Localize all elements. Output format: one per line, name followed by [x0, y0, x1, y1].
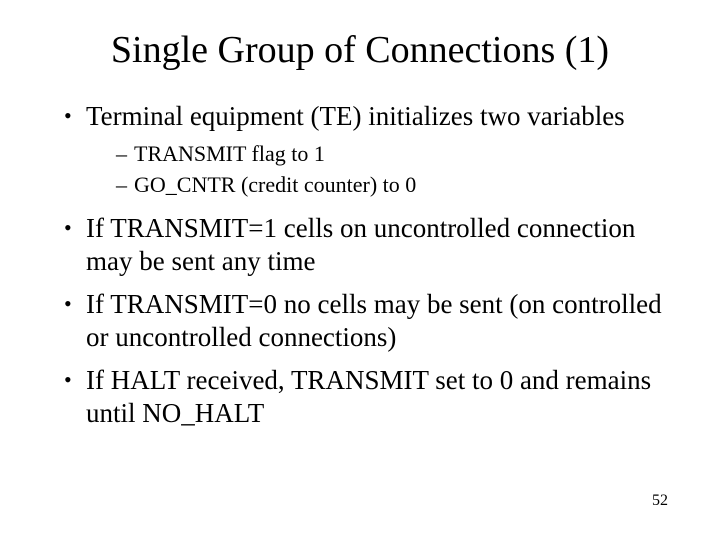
bullet-item: If HALT received, TRANSMIT set to 0 and … [64, 364, 670, 430]
sub-bullet-text: TRANSMIT flag to 1 [134, 141, 325, 166]
sub-bullet-item: TRANSMIT flag to 1 [116, 139, 670, 169]
bullet-item: If TRANSMIT=0 no cells may be sent (on c… [64, 288, 670, 354]
bullet-item: Terminal equipment (TE) initializes two … [64, 100, 670, 200]
slide: Single Group of Connections (1) Terminal… [0, 0, 720, 540]
sub-bullet-item: GO_CNTR (credit counter) to 0 [116, 170, 670, 200]
page-number: 52 [652, 492, 668, 510]
bullet-text: If HALT received, TRANSMIT set to 0 and … [86, 365, 651, 428]
bullet-text: If TRANSMIT=0 no cells may be sent (on c… [86, 289, 662, 352]
bullet-text: Terminal equipment (TE) initializes two … [86, 101, 625, 131]
bullet-text: If TRANSMIT=1 cells on uncontrolled conn… [86, 213, 635, 276]
bullet-list: Terminal equipment (TE) initializes two … [50, 100, 670, 430]
sub-bullet-text: GO_CNTR (credit counter) to 0 [134, 172, 416, 197]
sub-bullet-list: TRANSMIT flag to 1 GO_CNTR (credit count… [86, 139, 670, 200]
slide-title: Single Group of Connections (1) [50, 28, 670, 74]
bullet-item: If TRANSMIT=1 cells on uncontrolled conn… [64, 212, 670, 278]
